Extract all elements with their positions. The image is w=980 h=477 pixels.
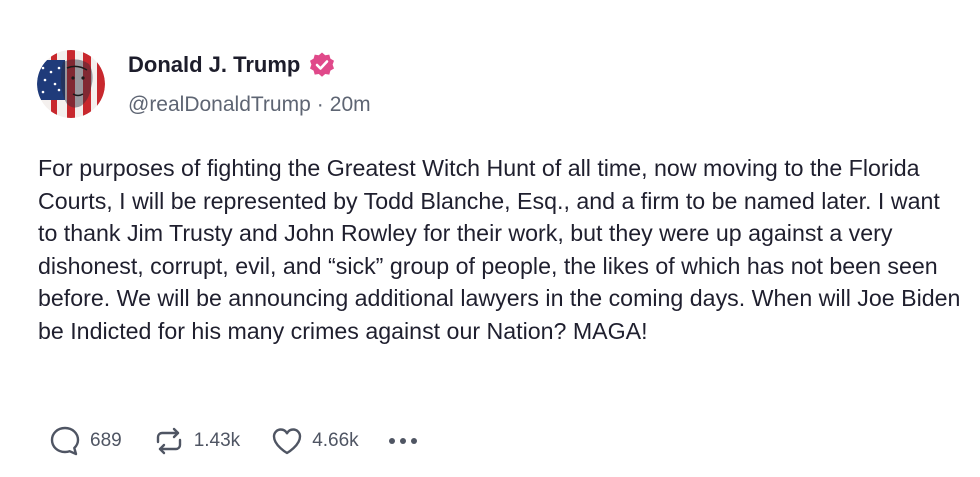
post-timestamp[interactable]: 20m	[330, 93, 371, 116]
avatar[interactable]	[37, 50, 105, 118]
retruth-button[interactable]: 1.43k	[152, 424, 240, 458]
more-horizontal-icon	[388, 438, 395, 444]
post-body-text: For purposes of fighting the Greatest Wi…	[38, 155, 961, 344]
heart-icon	[270, 424, 304, 458]
author-handle[interactable]: @realDonaldTrump	[128, 93, 311, 116]
more-options-button[interactable]	[388, 438, 417, 444]
author-meta: @realDonaldTrump · 20m	[128, 90, 371, 120]
like-button[interactable]: 4.66k	[270, 424, 359, 458]
more-horizontal-icon-dot	[399, 438, 406, 444]
reply-button[interactable]: 689	[48, 424, 122, 458]
speech-bubble-icon	[48, 424, 82, 458]
reply-count: 689	[90, 430, 122, 451]
author-name-text[interactable]: Donald J. Trump	[128, 50, 300, 80]
retruth-arrows-icon	[152, 424, 186, 458]
author-display-name[interactable]: Donald J. Trump	[128, 50, 336, 80]
like-count: 4.66k	[312, 430, 359, 451]
retruth-count: 1.43k	[193, 430, 241, 451]
truth-post: Donald J. Trump @realDonaldTrump · 20m For…	[0, 0, 980, 477]
verified-badge-icon	[308, 51, 336, 79]
post-actions-bar: 689 1.43k 4.66k	[48, 424, 417, 458]
meta-separator: ·	[316, 93, 324, 116]
more-horizontal-icon-dot	[410, 438, 417, 444]
